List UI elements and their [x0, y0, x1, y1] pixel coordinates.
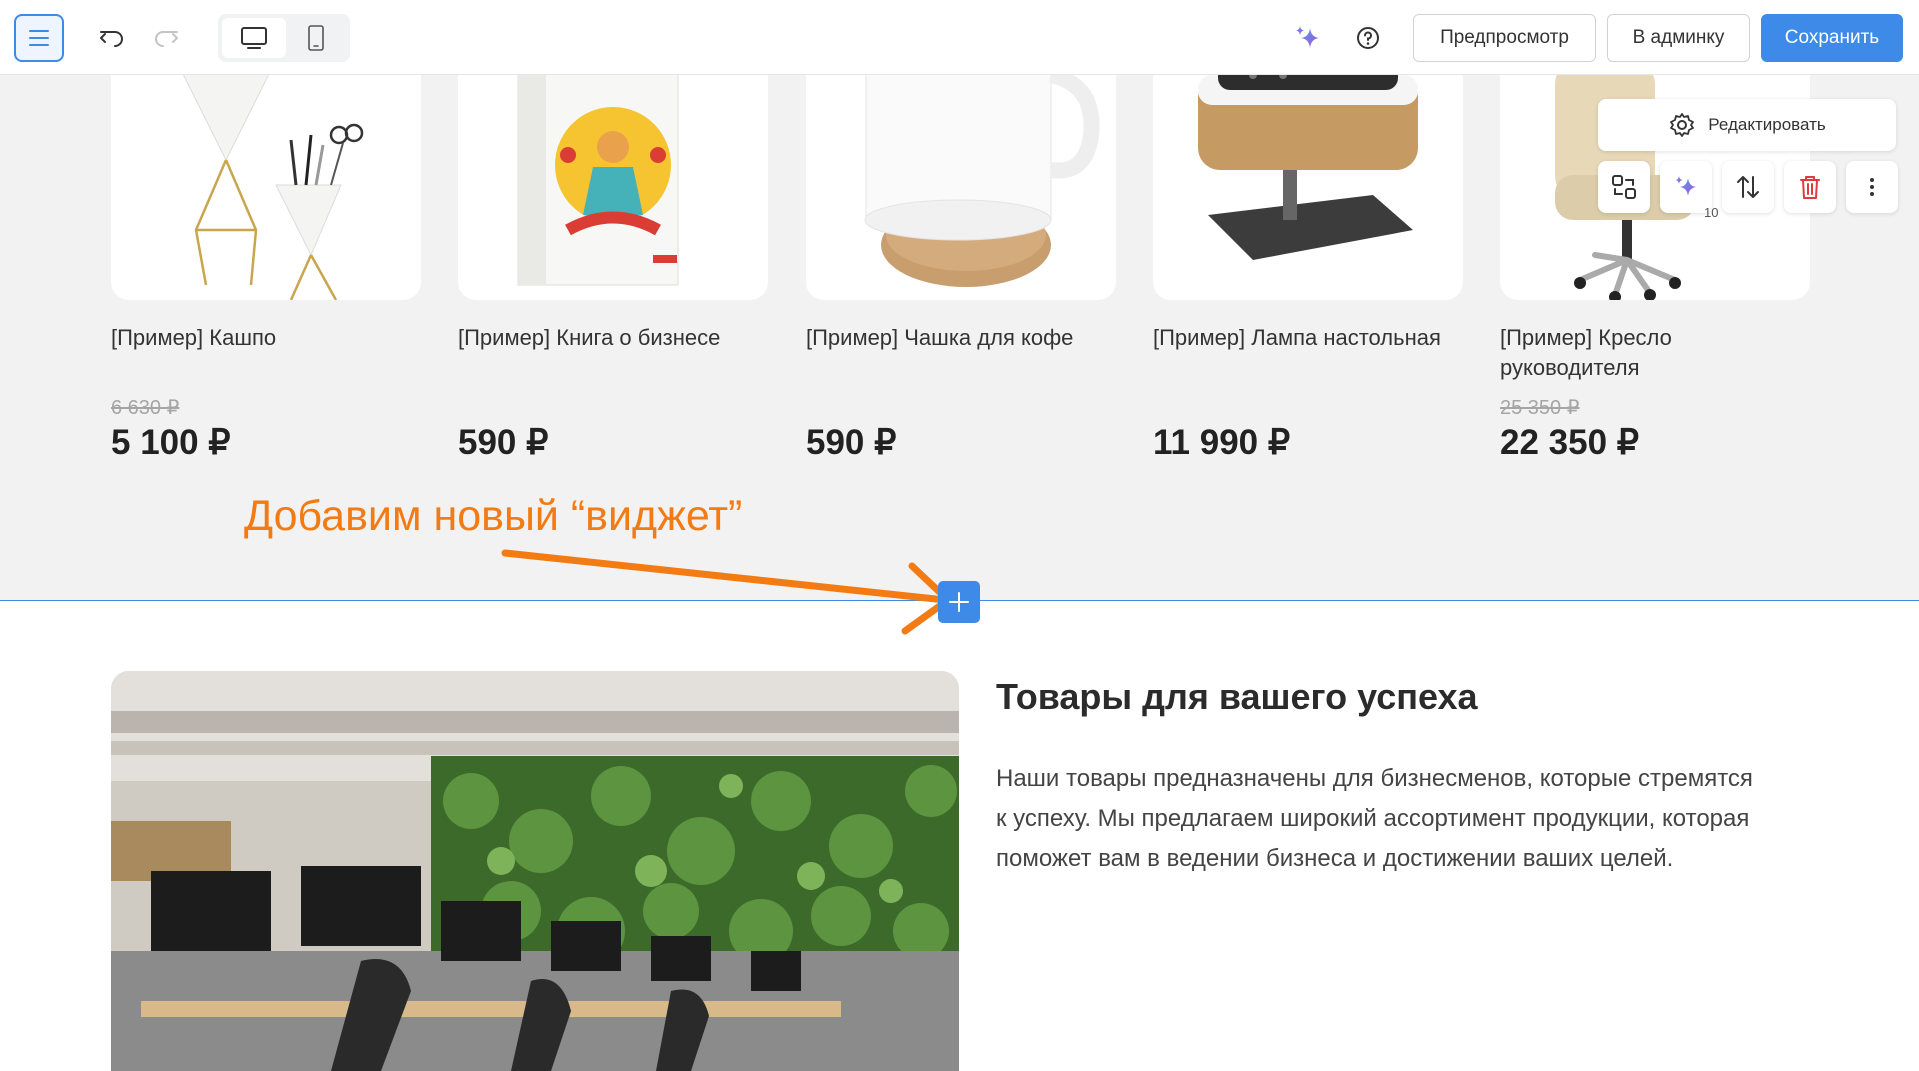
mobile-icon [308, 25, 324, 51]
desktop-icon [241, 27, 267, 49]
annotation-arrow-icon [501, 549, 952, 635]
mobile-view-button[interactable] [284, 18, 348, 58]
save-button[interactable]: Сохранить [1761, 14, 1903, 62]
add-block-button[interactable] [938, 581, 980, 623]
preview-button[interactable]: Предпросмотр [1413, 14, 1596, 62]
undo-icon [100, 31, 123, 47]
ai-assistant-button[interactable] [1290, 20, 1326, 56]
help-button[interactable] [1350, 20, 1386, 56]
admin-button[interactable]: В админку [1607, 14, 1750, 62]
redo-button[interactable] [150, 22, 182, 54]
sparkles-icon [1296, 26, 1319, 48]
desktop-view-button[interactable] [222, 18, 286, 58]
menu-icon [29, 30, 49, 32]
question-icon [1357, 27, 1379, 49]
undo-button[interactable] [96, 22, 128, 54]
editor-toolbar: Предпросмотр В админку Сохранить [0, 0, 1919, 75]
device-switcher [218, 14, 350, 62]
plus-icon [949, 592, 969, 612]
menu-button[interactable] [14, 14, 64, 62]
redo-icon [155, 31, 178, 47]
